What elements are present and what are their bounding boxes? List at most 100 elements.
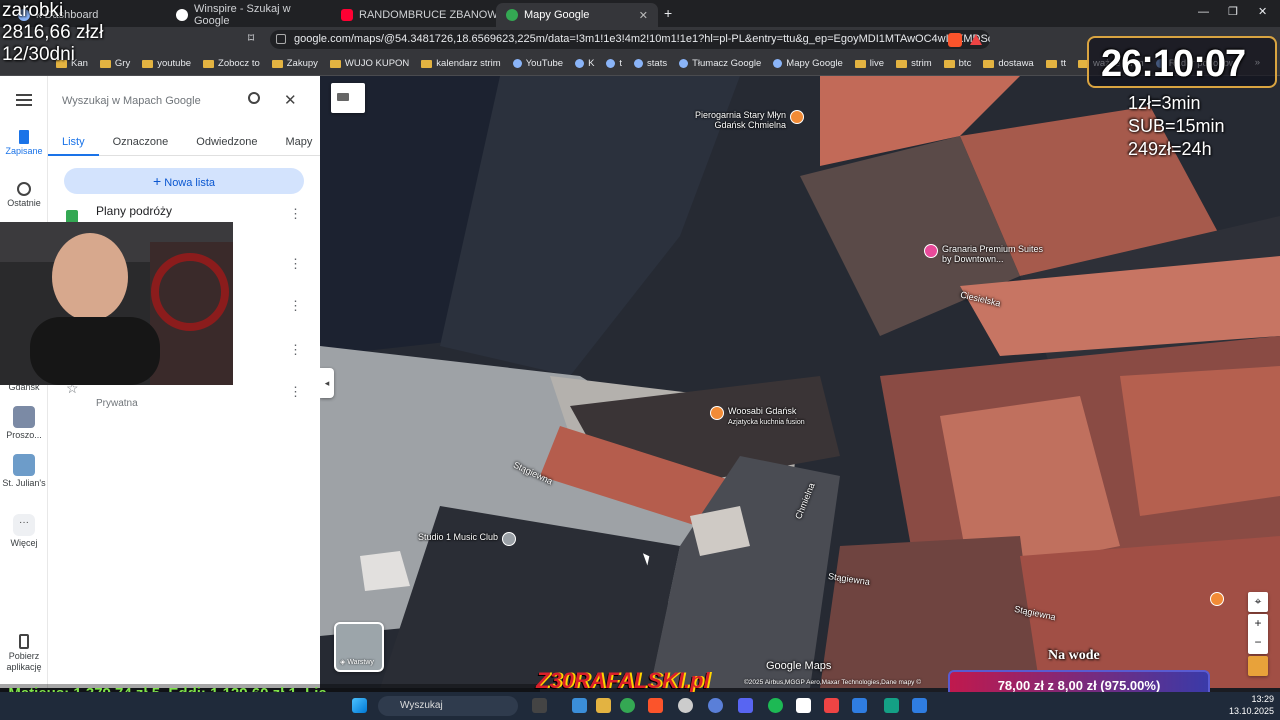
start-icon[interactable]	[352, 698, 367, 713]
search-input[interactable]: Wyszukaj w Mapach Google	[62, 95, 201, 107]
bookmark-item[interactable]: strim	[896, 58, 932, 69]
discord-icon[interactable]	[738, 698, 753, 713]
rate-sub: SUB=15min	[1128, 116, 1225, 136]
rail-item-saved[interactable]: Zapisane	[0, 130, 48, 156]
rail-item-recent[interactable]: Ostatnie	[0, 182, 48, 208]
place-pierogarnia[interactable]: Pierogarnia Stary Młyn Gdańsk Chmielna	[676, 110, 804, 130]
collapse-panel-button[interactable]: ◂	[320, 368, 334, 398]
youtube-favicon-icon	[341, 9, 353, 21]
place-unnamed-pin[interactable]	[1210, 592, 1224, 606]
new-tab-button[interactable]: +	[664, 5, 672, 21]
tab-google-maps[interactable]: Mapy Google ✕	[496, 3, 658, 27]
layers-button[interactable]: ◈ Warstwy	[334, 622, 384, 672]
tab-youtube-video[interactable]: RANDOMBRUCE ZBANOWANY! BAN	[331, 3, 496, 27]
brave-shield-icon[interactable]	[948, 33, 962, 47]
subathon-timer: 26:10:07	[1101, 43, 1246, 85]
zoom-out-icon[interactable]: −	[1248, 633, 1268, 652]
bookmark-item[interactable]: WUJO KUPON	[329, 58, 409, 69]
satellite-imagery	[320, 76, 1280, 688]
app-icon[interactable]	[884, 698, 899, 713]
bookmark-item[interactable]: btc	[943, 58, 971, 69]
taskbar-clock[interactable]: 13:29 13.10.2025	[1224, 693, 1274, 717]
edge-icon[interactable]	[572, 698, 587, 713]
bookmark-item[interactable]: youtube	[142, 58, 191, 69]
app-icon[interactable]	[912, 698, 927, 713]
brave-rewards-icon[interactable]	[970, 34, 982, 45]
taskbar-search[interactable]: Wyszukaj	[378, 696, 518, 716]
minimize-icon[interactable]: —	[1198, 6, 1209, 18]
file-explorer-icon[interactable]	[596, 698, 611, 713]
restore-icon[interactable]: ❐	[1228, 5, 1238, 18]
app-icon[interactable]	[852, 698, 867, 713]
rail-item-proszo[interactable]: Proszo...	[0, 406, 48, 440]
map-layer-toggle[interactable]	[331, 83, 365, 113]
app-icon[interactable]	[824, 698, 839, 713]
task-view-icon[interactable]	[532, 698, 547, 713]
bookmark-item[interactable]: YouTube	[512, 58, 564, 69]
rail-item-more[interactable]: ··· Więcej	[0, 514, 48, 548]
pegman-icon[interactable]	[1248, 656, 1268, 676]
tab-winspire-search[interactable]: Winspire - Szukaj w Google	[166, 3, 331, 27]
search-icon[interactable]	[248, 92, 260, 104]
more-options-icon[interactable]: ⋮	[289, 298, 302, 314]
bookmark-item[interactable]: Mapy Google	[773, 58, 843, 69]
bookmark-icon	[19, 130, 29, 144]
tab-title: Winspire - Szukaj w Google	[194, 3, 291, 27]
bookmark-label: YouTube	[525, 58, 564, 69]
bookmark-item[interactable]: stats	[634, 58, 667, 69]
tab-lists[interactable]: Listy	[48, 132, 99, 156]
zoom-in-icon[interactable]: +	[1248, 614, 1268, 633]
more-options-icon[interactable]: ⋮	[289, 206, 302, 222]
rail-item-st-julians[interactable]: St. Julian's	[0, 454, 48, 489]
phone-icon	[19, 634, 29, 649]
rail-item-get-app[interactable]: Pobierz aplikację	[0, 634, 48, 673]
bookmark-item[interactable]: live	[854, 58, 884, 69]
tab-visited[interactable]: Odwiedzone	[182, 132, 271, 156]
place-studio1[interactable]: Studio 1 Music Club	[418, 532, 517, 546]
bookmark-item[interactable]: tt	[1045, 58, 1066, 69]
app-icon[interactable]	[708, 698, 723, 713]
bookmark-item[interactable]: Zakupy	[271, 58, 318, 69]
close-tab-icon[interactable]: ✕	[639, 9, 648, 22]
list-item[interactable]: ☆ Prywatna ⋮	[48, 380, 320, 420]
site-info-icon[interactable]	[276, 34, 286, 44]
my-location-icon[interactable]: ⌖	[1248, 592, 1268, 612]
more-icon: ···	[13, 514, 35, 536]
close-icon[interactable]: ✕	[284, 91, 297, 109]
more-options-icon[interactable]: ⋮	[289, 342, 302, 358]
link-icon	[512, 59, 522, 68]
close-window-icon[interactable]: ✕	[1258, 5, 1267, 18]
satellite-map[interactable]: ◂ Pierogarnia Stary Młyn Gdańsk Chmielna…	[320, 76, 1280, 688]
new-list-button[interactable]: + Nowa lista	[64, 168, 304, 194]
url-field[interactable]: google.com/maps/@54.3481726,18.6569623,2…	[270, 30, 990, 49]
bookmark-star-icon[interactable]: ⌑	[248, 31, 254, 45]
bookmark-item[interactable]: Zobocz to	[203, 58, 260, 69]
bookmark-item[interactable]: kalendarz strim	[421, 58, 501, 69]
bookmark-item[interactable]: K	[575, 58, 594, 69]
place-icon	[502, 532, 517, 546]
place-label: Granaria Premium Suites by Downtown...	[942, 244, 1044, 264]
obs-icon[interactable]	[678, 698, 693, 713]
folder-icon	[142, 59, 154, 68]
maps-search-box[interactable]: Wyszukaj w Mapach Google ✕	[62, 88, 306, 114]
tab-labeled[interactable]: Oznaczone	[99, 132, 183, 156]
spotify-icon[interactable]	[768, 698, 783, 713]
hotel-icon	[924, 244, 938, 258]
tab-maps[interactable]: Mapy	[271, 132, 326, 156]
menu-icon[interactable]	[16, 94, 32, 106]
bookmark-item[interactable]: Tłumacz Google	[679, 58, 761, 69]
place-woosabi[interactable]: Woosabi Gdańsk Azjatycka kuchnia fusion	[710, 406, 838, 428]
link-icon	[773, 59, 783, 68]
app-icon[interactable]	[796, 698, 811, 713]
new-list-label: Nowa lista	[164, 177, 215, 189]
bookmark-item[interactable]: Gry	[99, 58, 130, 69]
layers-label-text: Warstwy	[347, 659, 374, 666]
brave-icon[interactable]	[648, 698, 663, 713]
rail-label: Proszo...	[6, 430, 42, 440]
chrome-icon[interactable]	[620, 698, 635, 713]
bookmark-item[interactable]: dostawa	[983, 58, 1034, 69]
more-options-icon[interactable]: ⋮	[289, 256, 302, 272]
more-options-icon[interactable]: ⋮	[289, 384, 302, 400]
bookmark-item[interactable]: t	[606, 58, 622, 69]
place-granaria[interactable]: Granaria Premium Suites by Downtown...	[924, 244, 1052, 264]
